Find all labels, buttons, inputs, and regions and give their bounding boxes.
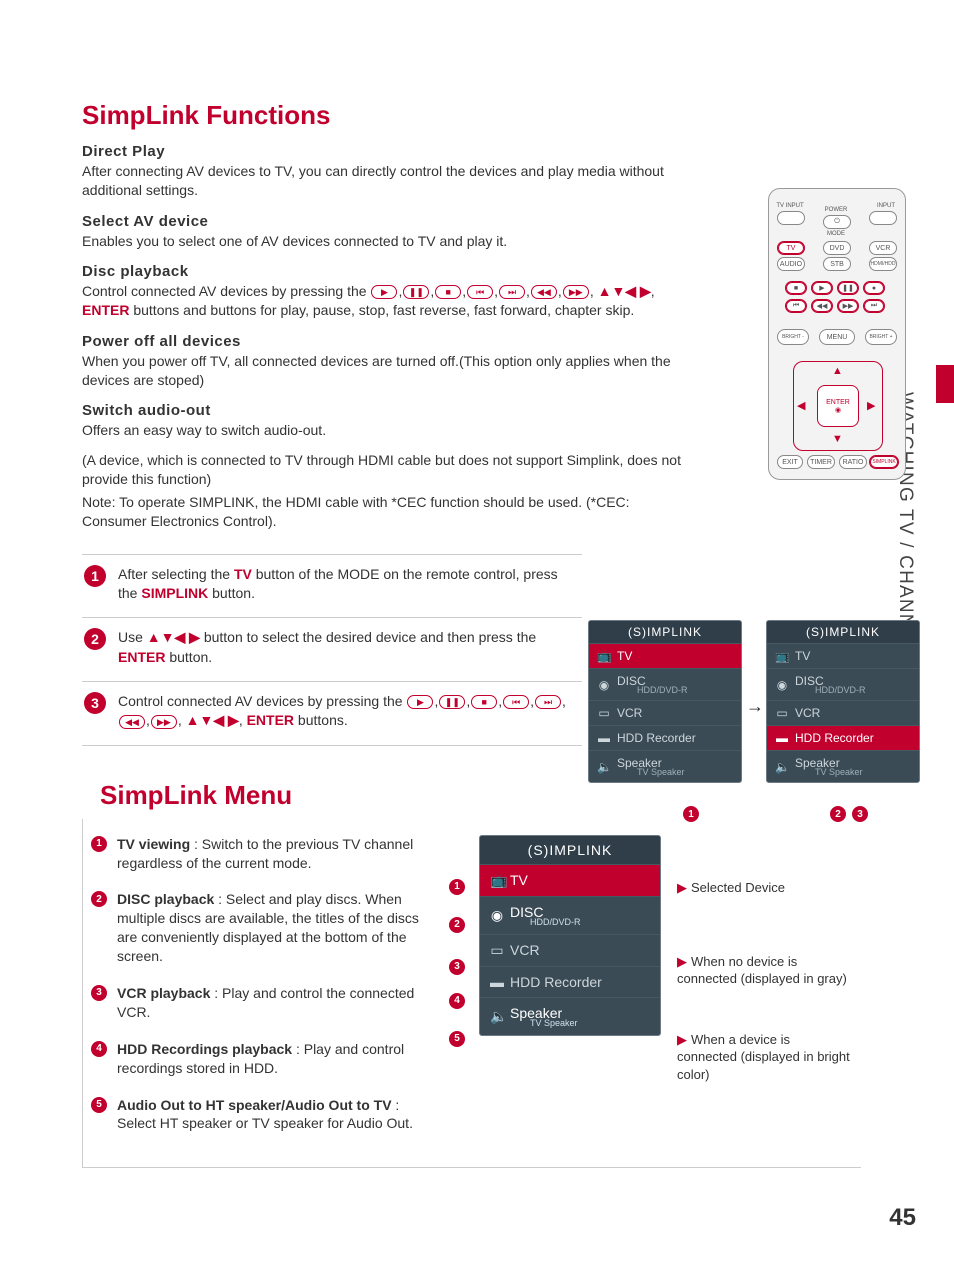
stop-icon: ■	[435, 285, 461, 299]
pause-icon: ❚❚	[403, 285, 429, 299]
body-direct-play: After connecting AV devices to TV, you c…	[82, 162, 682, 201]
steps-list: 1 After selecting the TV button of the M…	[82, 554, 582, 746]
remote-control-illustration: TV INPUT POWER ⏻ INPUT MODE TV DVD VCR A…	[768, 188, 906, 480]
simplink-menu-box: 1TV viewing : Switch to the previous TV …	[82, 819, 861, 1169]
step-badge: 1	[84, 565, 106, 587]
step-2: 2 Use ▲▼◀ ▶ button to select the desired…	[82, 618, 582, 682]
arrow-right-icon: →	[746, 696, 764, 717]
note-hdmi-simplink: (A device, which is connected to TV thro…	[82, 451, 682, 490]
step-3: 3 Control connected AV devices by pressi…	[82, 682, 582, 746]
play-icon: ▶	[371, 285, 397, 299]
subhead-direct-play: Direct Play	[82, 143, 682, 160]
ref-badge: 2	[830, 806, 846, 822]
simplink-panel-after: (S)IMPLINK 📺TV ◉DISCHDD/DVD-R ▭VCR ▬HDD …	[766, 620, 920, 783]
rew-icon: ◀◀	[531, 285, 557, 299]
page-number: 45	[889, 1204, 916, 1232]
callout-no-device: ▶When no device is connected (displayed …	[677, 953, 853, 988]
subhead-switch-audio: Switch audio-out	[82, 402, 682, 419]
accent-tab	[936, 365, 954, 403]
subhead-power-off: Power off all devices	[82, 333, 682, 350]
step-1: 1 After selecting the TV button of the M…	[82, 555, 582, 619]
menu-item-list: 1TV viewing : Switch to the previous TV …	[91, 835, 421, 1152]
prev-icon: ⏮	[467, 285, 493, 299]
body-select-av: Enables you to select one of AV devices …	[82, 232, 682, 251]
heading-simplink-menu: SimpLink Menu	[100, 780, 884, 811]
next-icon: ⏭	[499, 285, 525, 299]
callout-selected: ▶Selected Device	[677, 879, 785, 897]
subhead-disc-playback: Disc playback	[82, 263, 682, 280]
callout-device-connected: ▶When a device is connected (displayed i…	[677, 1031, 853, 1084]
subhead-select-av: Select AV device	[82, 213, 682, 230]
ref-badge: 3	[852, 806, 868, 822]
step-badge: 3	[84, 692, 106, 714]
ffwd-icon: ▶▶	[563, 285, 589, 299]
body-switch-audio: Offers an easy way to switch audio-out.	[82, 421, 682, 440]
note-cec: Note: To operate SIMPLINK, the HDMI cabl…	[82, 493, 682, 532]
body-power-off: When you power off TV, all connected dev…	[82, 352, 682, 391]
heading-simplink-functions: SimpLink Functions	[82, 100, 682, 131]
simplink-panel-menu: (S)IMPLINK 📺TV ◉DISCHDD/DVD-R ▭VCR ▬HDD …	[479, 835, 661, 1036]
simplink-panel-before: (S)IMPLINK 📺TV ◉DISCHDD/DVD-R ▭VCR ▬HDD …	[588, 620, 742, 783]
step-badge: 2	[84, 628, 106, 650]
ref-badge: 1	[683, 806, 699, 822]
body-disc-playback: Control connected AV devices by pressing…	[82, 282, 682, 321]
